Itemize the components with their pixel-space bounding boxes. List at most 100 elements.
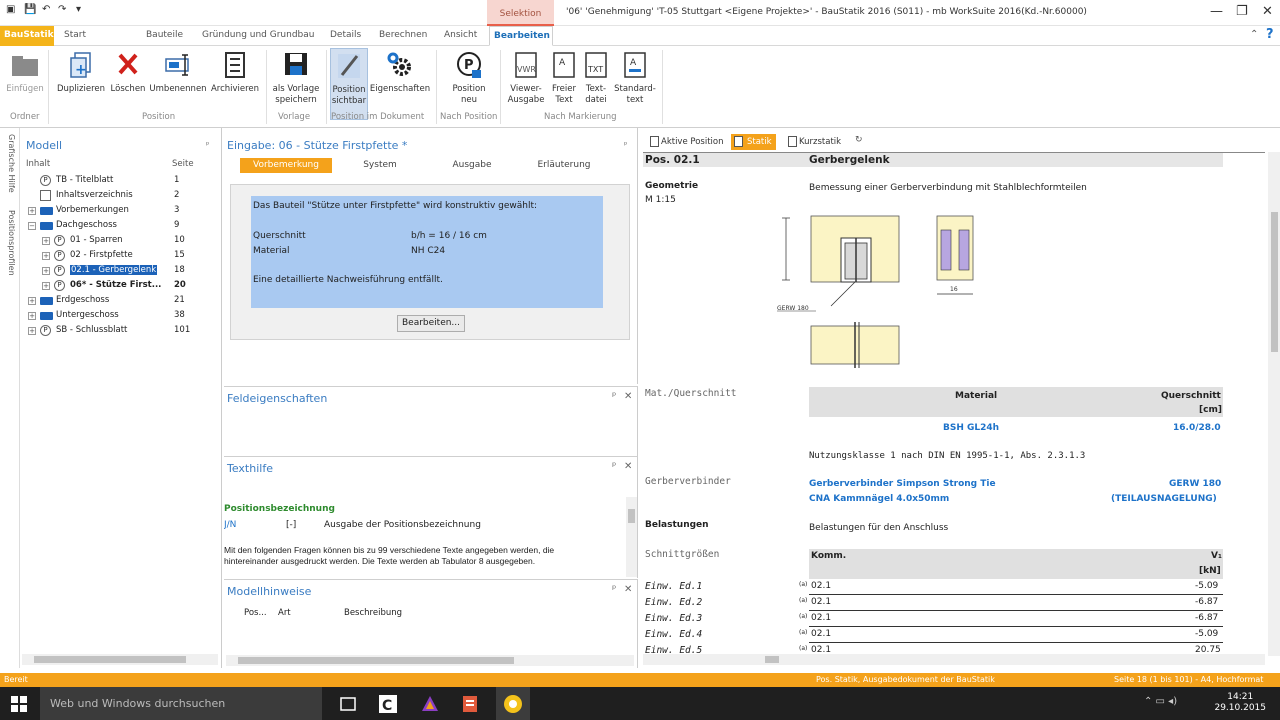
free-text-icon: A <box>549 50 579 80</box>
pin-icon[interactable]: ᵖ <box>612 584 616 595</box>
tree-row[interactable]: + P SB - Schlussblatt 101 <box>20 324 220 338</box>
expand-icon[interactable]: + <box>28 312 36 320</box>
side-tab-grafische-hilfe[interactable]: Grafische Hilfe <box>7 134 16 193</box>
document-vscrollbar[interactable] <box>1268 152 1280 656</box>
pin-icon[interactable]: ᵖ <box>206 140 209 149</box>
app-document-icon[interactable] <box>460 694 480 714</box>
customize-quickaccess-icon[interactable]: ▾ <box>76 4 81 15</box>
tab-aktive-position[interactable]: Aktive Position <box>647 134 724 150</box>
tree-row[interactable]: + Untergeschoss 38 <box>20 309 220 323</box>
subtab-erlaeuterung[interactable]: Erläuterung <box>524 158 604 173</box>
tree-row[interactable]: P TB - Titelblatt 1 <box>20 174 220 188</box>
tab-bauteile[interactable]: Bauteile <box>142 26 187 46</box>
tree-row[interactable]: + Erdgeschoss 21 <box>20 294 220 308</box>
hinweise-hscrollbar[interactable] <box>226 655 634 666</box>
tree-row[interactable]: Inhaltsverzeichnis 2 <box>20 189 220 203</box>
maximize-icon[interactable]: ❐ <box>1236 4 1248 19</box>
feldeigenschaften-title: Feldeigenschaften <box>227 392 328 405</box>
als-vorlage-speichern-button[interactable]: als Vorlage speichern <box>270 48 322 120</box>
einfuegen-button[interactable]: Einfügen <box>4 48 46 120</box>
expand-icon[interactable]: + <box>42 282 50 290</box>
eigenschaften-button[interactable]: Eigenschaften <box>368 48 432 120</box>
expand-icon[interactable]: + <box>28 327 36 335</box>
tab-berechnen[interactable]: Berechnen <box>375 26 431 46</box>
expand-icon[interactable]: + <box>28 207 36 215</box>
viewer-ausgabe-button[interactable]: VWR Viewer- Ausgabe <box>506 48 546 120</box>
col-beschreibung[interactable]: Beschreibung <box>344 608 402 618</box>
model-hscrollbar[interactable] <box>22 654 218 665</box>
app-triangle-icon[interactable] <box>420 694 440 714</box>
pin-icon[interactable]: ᵖ <box>612 461 616 472</box>
col-pos[interactable]: Pos... <box>244 608 267 618</box>
tree-row[interactable]: + P 06* - Stütze First... 20 <box>20 279 220 293</box>
archivieren-button[interactable]: Archivieren <box>210 48 260 120</box>
col-art[interactable]: Art <box>278 608 291 618</box>
tree-row-page: 2 <box>174 190 180 200</box>
umbenennen-button[interactable]: Umbenennen <box>148 48 208 120</box>
close-pane-icon[interactable]: ✕ <box>624 461 632 472</box>
expand-icon[interactable]: + <box>42 252 50 260</box>
expand-icon[interactable]: + <box>42 237 50 245</box>
tab-statik[interactable]: Statik <box>731 134 776 150</box>
position-sichtbar-button[interactable]: Position sichtbar <box>330 48 368 120</box>
expand-icon[interactable]: + <box>42 267 50 275</box>
tab-details[interactable]: Details <box>326 26 365 46</box>
vorbemerkung-text-area[interactable]: Das Bauteil "Stütze unter Firstpfette" w… <box>251 196 603 308</box>
position-neu-button[interactable]: P Position neu <box>448 48 490 120</box>
refresh-icon[interactable]: ↻ <box>855 135 863 145</box>
duplizieren-button[interactable]: + Duplizieren <box>54 48 108 120</box>
position-icon: P <box>54 280 65 291</box>
windows-start-icon[interactable] <box>11 696 27 712</box>
tab-baustatik[interactable]: BauStatik <box>0 26 54 46</box>
notification-icons[interactable]: ⌃ ▭ ◂) <box>1144 696 1177 707</box>
tab-start[interactable]: Start <box>60 26 90 46</box>
tree-row-page: 18 <box>174 265 185 275</box>
tab-bearbeiten[interactable]: Bearbeiten <box>489 26 553 46</box>
load-komm: 02.1 <box>811 581 832 591</box>
pin-icon[interactable]: ᵖ <box>624 140 627 149</box>
task-view-icon[interactable] <box>338 694 358 714</box>
expand-icon[interactable]: + <box>28 297 36 305</box>
standard-label-1: Standard- <box>614 84 656 94</box>
tab-gruendung[interactable]: Gründung und Grundbau <box>198 26 319 46</box>
close-pane-icon[interactable]: ✕ <box>624 584 632 595</box>
tree-row[interactable]: − Dachgeschoss 9 <box>20 219 220 233</box>
tab-ansicht[interactable]: Ansicht <box>440 26 481 46</box>
subtab-vorbemerkung[interactable]: Vorbemerkung <box>240 158 332 173</box>
redo-icon[interactable]: ↷ <box>58 4 66 15</box>
baustatik-app-icon[interactable] <box>503 694 523 714</box>
taskbar-clock[interactable]: 14:21 29.10.2015 <box>1214 692 1266 714</box>
textdatei-button[interactable]: TXT Text- datei <box>580 48 612 120</box>
tree-row[interactable]: + P 01 - Sparren 10 <box>20 234 220 248</box>
bearbeiten-button[interactable]: Bearbeiten... <box>397 315 465 332</box>
freier-text-button[interactable]: A Freier Text <box>548 48 580 120</box>
tab-kurzstatik[interactable]: Kurzstatik <box>785 134 841 150</box>
subtab-ausgabe[interactable]: Ausgabe <box>432 158 512 173</box>
save-icon[interactable]: 💾 <box>24 4 36 15</box>
subtab-system[interactable]: System <box>340 158 420 173</box>
collapse-icon[interactable]: − <box>28 222 36 230</box>
collapse-ribbon-icon[interactable]: ⌃ <box>1250 29 1258 40</box>
texthilfe-vscrollbar[interactable] <box>626 497 637 577</box>
mat-head-querschnitt: Querschnitt <box>1161 391 1221 401</box>
freier-label-2: Text <box>555 95 573 105</box>
umbenennen-label: Umbenennen <box>149 84 207 94</box>
tree-row[interactable]: + Vorbemerkungen 3 <box>20 204 220 218</box>
close-icon[interactable]: ✕ <box>1262 4 1273 19</box>
undo-icon[interactable]: ↶ <box>42 4 50 15</box>
minimize-icon[interactable]: — <box>1210 4 1223 19</box>
model-title: Modell <box>26 139 63 152</box>
document-hscrollbar[interactable] <box>643 654 1265 665</box>
gv-type-1: GERW 180 <box>1169 479 1222 489</box>
close-pane-icon[interactable]: ✕ <box>624 391 632 402</box>
tree-row[interactable]: + P 02 - Firstpfette 15 <box>20 249 220 263</box>
loeschen-button[interactable]: Löschen <box>108 48 148 120</box>
standardtext-button[interactable]: A Standard- text <box>612 48 658 120</box>
taskbar-search-box[interactable]: Web und Windows durchsuchen <box>40 687 322 720</box>
side-tab-positionsprofilen[interactable]: Positionsprofilen <box>7 210 16 276</box>
app-c-icon[interactable]: C <box>378 694 398 714</box>
help-icon[interactable]: ? <box>1266 27 1274 42</box>
tree-row-selected[interactable]: + P 02.1 - Gerbergelenk 18 <box>20 264 220 278</box>
group-nach-markierung: Nach Markierung <box>544 112 617 122</box>
pin-icon[interactable]: ᵖ <box>612 391 616 402</box>
